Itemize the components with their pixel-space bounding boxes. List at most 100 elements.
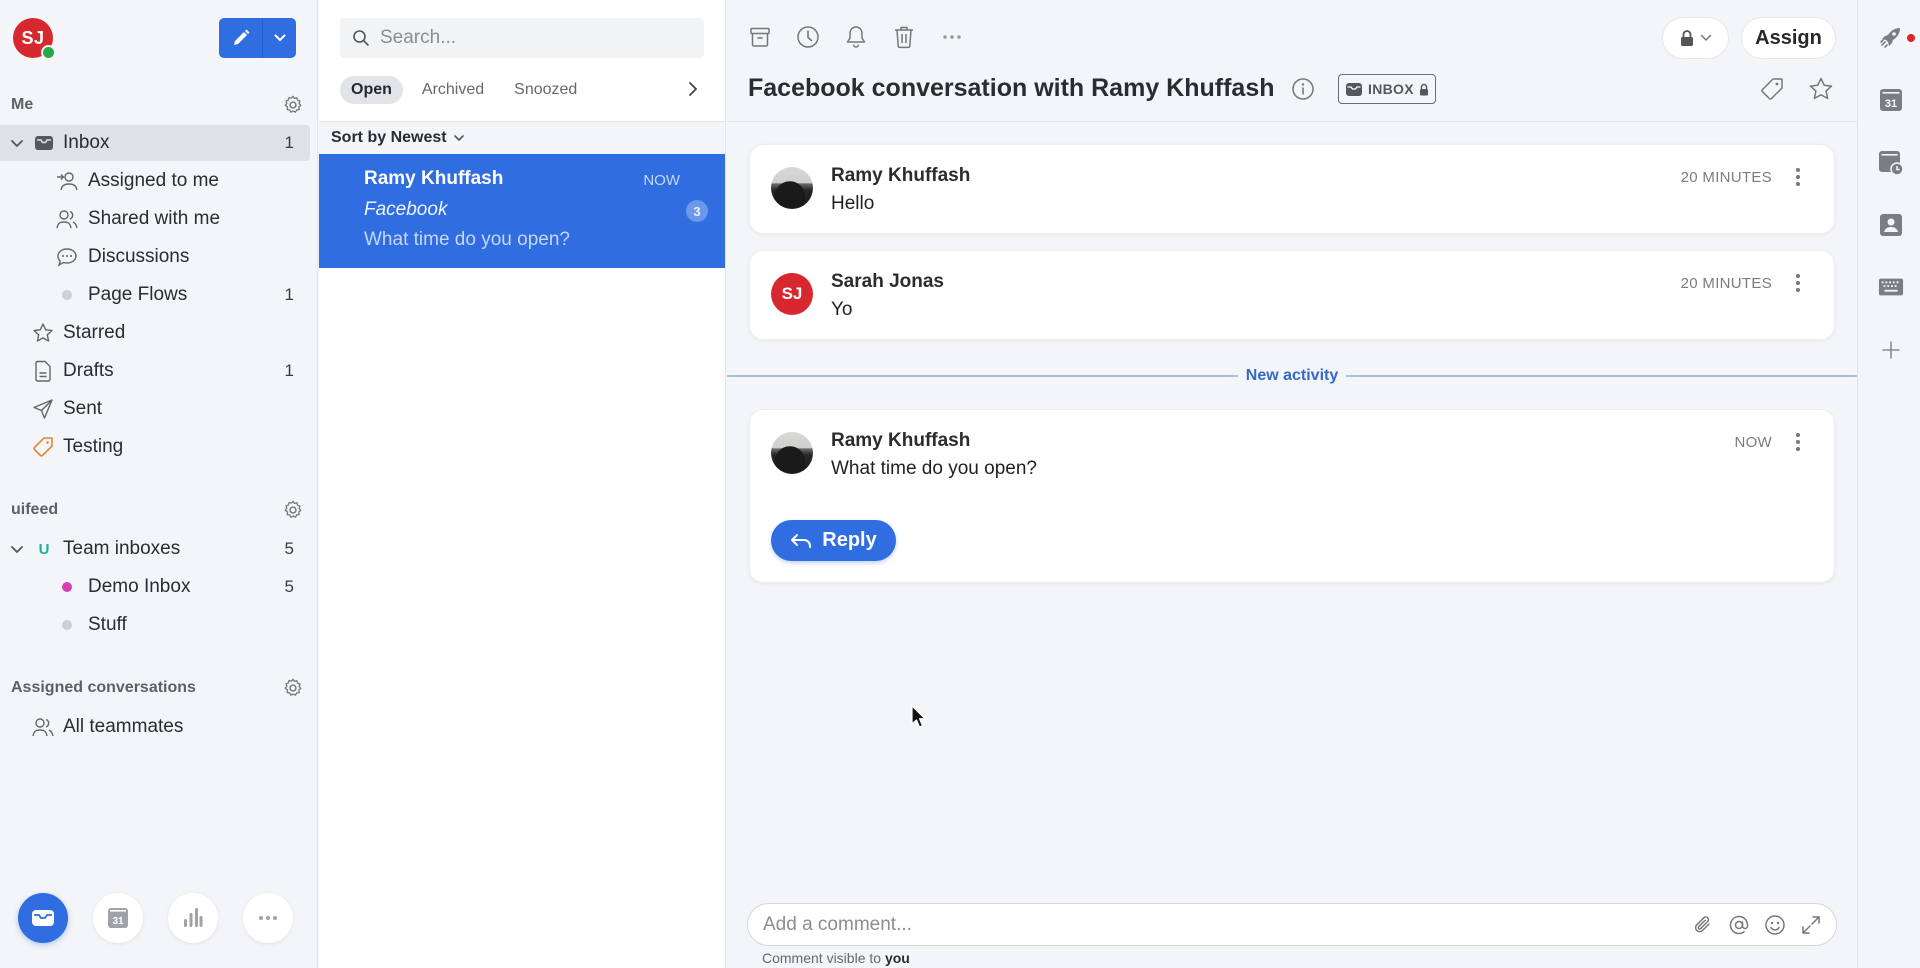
tag-icon[interactable] [1759, 76, 1785, 102]
reply-button[interactable]: Reply [771, 520, 896, 561]
conversation-sender: Ramy Khuffash [364, 168, 504, 189]
keyboard-icon [1878, 278, 1904, 296]
more-apps-button[interactable] [243, 893, 293, 943]
chevron-right-icon[interactable] [687, 80, 699, 98]
sidebar-item-count: 1 [284, 285, 294, 304]
rail-add-button[interactable] [1878, 337, 1904, 363]
gear-icon[interactable] [282, 677, 304, 699]
svg-text:31: 31 [112, 916, 124, 927]
comment-input[interactable] [763, 913, 1663, 936]
delete-button[interactable] [891, 24, 917, 50]
user-initials: SJ [21, 27, 45, 48]
search-icon [353, 30, 369, 46]
app-switcher: 31 [18, 893, 293, 943]
calendar-icon: 31 [1880, 89, 1902, 111]
rail-calendar-button[interactable]: 31 [1878, 87, 1904, 113]
online-status-indicator [41, 45, 56, 60]
sender-avatar [771, 167, 813, 209]
sidebar-item-shared-with-me[interactable]: Shared with me [0, 201, 310, 237]
sidebar-item-discussions[interactable]: Discussions [0, 239, 310, 275]
sidebar-item-all-teammates[interactable]: All teammates [0, 709, 310, 745]
team-section-header: uifeed [11, 499, 304, 521]
calendar-app-button[interactable]: 31 [93, 893, 143, 943]
sidebar-item-label: Testing [63, 436, 124, 457]
new-activity-label: New activity [1245, 367, 1339, 384]
search-input[interactable] [380, 27, 680, 49]
svg-text:31: 31 [1885, 98, 1897, 110]
expand-icon[interactable] [1800, 914, 1822, 936]
tab-open[interactable]: Open [340, 76, 403, 104]
message-card[interactable]: Ramy Khuffash Hello 20 MINUTES [749, 144, 1835, 234]
sidebar-item-drafts[interactable]: Drafts 1 [0, 353, 310, 389]
reminder-button[interactable] [843, 24, 869, 50]
gear-icon[interactable] [282, 94, 304, 116]
sidebar-item-page-flows[interactable]: Page Flows 1 [0, 277, 310, 313]
calendar-clock-icon [1879, 151, 1904, 176]
gear-icon[interactable] [282, 499, 304, 521]
notification-dot [1907, 34, 1915, 42]
tab-archived[interactable]: Archived [411, 76, 495, 104]
compose-button-group [219, 18, 296, 58]
user-avatar[interactable]: SJ [13, 18, 56, 60]
message-more-button[interactable] [1790, 271, 1806, 295]
attachment-icon[interactable] [1692, 914, 1714, 936]
sidebar-item-testing[interactable]: Testing [0, 429, 310, 465]
message-card[interactable]: SJ Sarah Jonas Yo 20 MINUTES [749, 250, 1835, 340]
sidebar-item-demo-inbox[interactable]: Demo Inbox 5 [0, 569, 310, 605]
chevron-down-icon[interactable] [10, 134, 24, 152]
star-icon[interactable] [1808, 76, 1834, 102]
sort-dropdown[interactable]: Sort by Newest [319, 121, 725, 154]
team-badge-icon: U [38, 540, 50, 558]
message-author: Ramy Khuffash [831, 165, 971, 186]
chevron-down-icon[interactable] [10, 540, 24, 558]
privacy-dropdown[interactable] [1663, 18, 1728, 58]
snooze-button[interactable] [795, 24, 821, 50]
compose-button[interactable] [219, 18, 263, 58]
team-section-title: uifeed [11, 501, 59, 518]
message-more-button[interactable] [1790, 430, 1806, 454]
tag-icon [32, 436, 54, 458]
comment-composer[interactable] [747, 903, 1837, 946]
sidebar: SJ Me Inbox 1 Assigned to me Shared with… [0, 0, 318, 968]
search-box[interactable] [340, 18, 704, 58]
sent-icon [32, 398, 54, 420]
sidebar-item-team-inboxes[interactable]: U Team inboxes 5 [0, 531, 310, 567]
message-more-button[interactable] [1790, 165, 1806, 189]
inbox-chip[interactable]: INBOX [1338, 74, 1436, 104]
sidebar-item-count: 5 [284, 577, 294, 596]
more-actions-button[interactable] [939, 24, 965, 50]
assigned-section-title: Assigned conversations [11, 679, 196, 696]
assign-button[interactable]: Assign [1742, 18, 1835, 58]
sidebar-item-inbox[interactable]: Inbox 1 [0, 125, 310, 161]
sidebar-item-count: 1 [284, 133, 294, 152]
rail-shortcuts-button[interactable] [1878, 274, 1904, 300]
tab-snoozed[interactable]: Snoozed [503, 76, 588, 104]
assigned-icon [56, 170, 78, 192]
draft-icon [32, 360, 54, 382]
rail-contacts-button[interactable] [1878, 212, 1904, 238]
me-section-header: Me [11, 94, 304, 116]
sidebar-item-label: Starred [63, 322, 126, 343]
archive-button[interactable] [747, 24, 773, 50]
rail-launch-button[interactable] [1878, 24, 1904, 50]
conversation-time: NOW [643, 172, 680, 189]
message-body: Yo [831, 299, 853, 320]
inbox-app-button[interactable] [18, 893, 68, 943]
plus-icon [1882, 341, 1900, 359]
archive-icon [750, 27, 770, 47]
conversation-list-item[interactable]: Ramy Khuffash NOW Facebook 3 What time d… [319, 154, 725, 268]
sidebar-item-stuff[interactable]: Stuff [0, 607, 310, 643]
sidebar-item-starred[interactable]: Starred [0, 315, 310, 351]
comment-note-prefix: Comment visible to [762, 950, 882, 966]
info-icon[interactable] [1291, 77, 1315, 101]
rail-scheduler-button[interactable] [1878, 150, 1904, 176]
mention-icon[interactable] [1728, 914, 1750, 936]
sidebar-item-assigned-to-me[interactable]: Assigned to me [0, 163, 310, 199]
message-author: Sarah Jonas [831, 271, 944, 292]
header-divider [727, 121, 1857, 122]
sidebar-item-sent[interactable]: Sent [0, 391, 310, 427]
compose-options-button[interactable] [263, 18, 296, 58]
message-card[interactable]: Ramy Khuffash What time do you open? NOW… [749, 409, 1835, 583]
analytics-app-button[interactable] [168, 893, 218, 943]
emoji-icon[interactable] [1764, 914, 1786, 936]
